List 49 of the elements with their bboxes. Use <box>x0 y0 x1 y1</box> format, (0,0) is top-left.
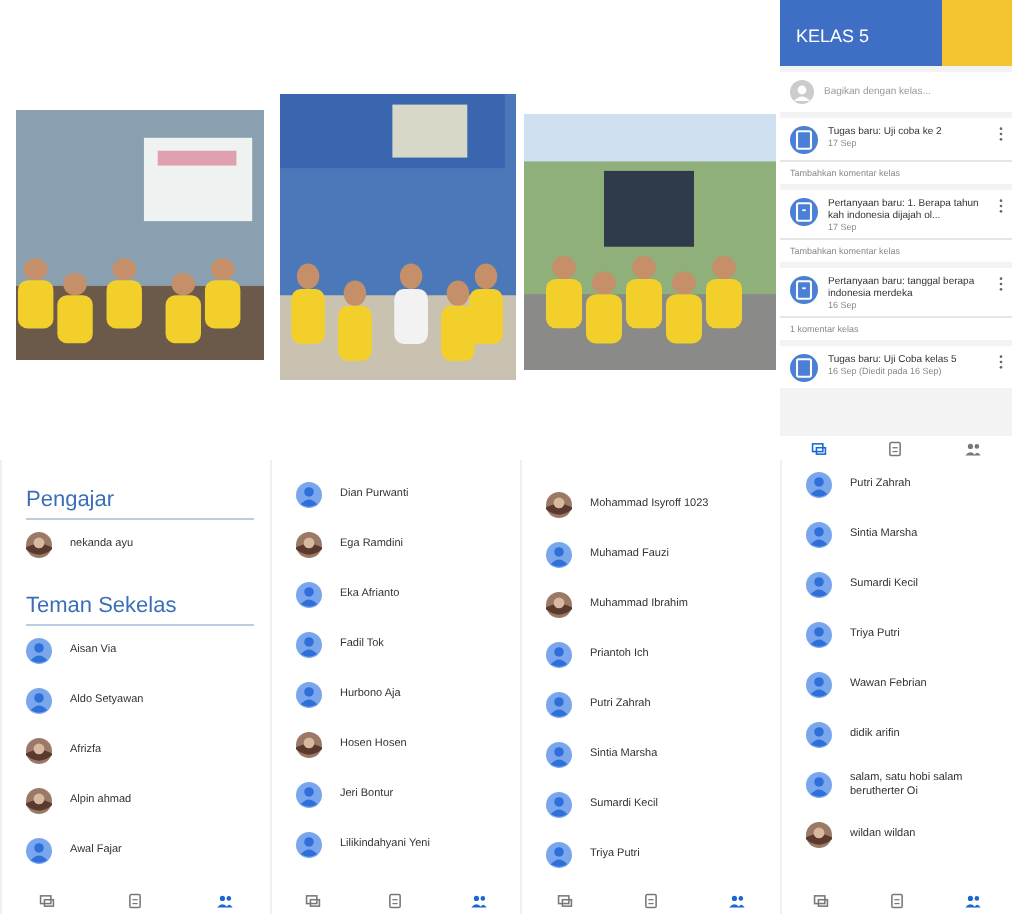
question-icon <box>790 276 818 304</box>
assignment-icon <box>790 354 818 382</box>
avatar-icon <box>806 772 832 798</box>
more-icon[interactable] <box>998 354 1004 370</box>
stream-icon[interactable] <box>304 891 323 909</box>
stream-icon[interactable] <box>37 891 56 909</box>
clipboard-icon[interactable] <box>642 891 660 909</box>
clipboard-icon[interactable] <box>386 891 405 909</box>
assignment-icon <box>790 126 818 154</box>
people-icon[interactable] <box>216 891 235 909</box>
avatar-icon <box>296 682 322 708</box>
stream-icon[interactable] <box>556 891 574 909</box>
avatar-icon <box>546 792 572 818</box>
avatar-icon <box>296 582 322 608</box>
section-heading: Pengajar <box>24 486 117 516</box>
people-icon[interactable] <box>728 891 746 909</box>
people-icon[interactable] <box>964 891 983 909</box>
avatar-icon <box>296 832 322 858</box>
question-icon <box>790 198 818 226</box>
stream-icon[interactable] <box>811 891 830 909</box>
avatar-icon <box>806 722 832 748</box>
people-icon[interactable] <box>469 891 488 909</box>
avatar-icon <box>546 692 572 718</box>
avatar-icon <box>546 842 572 868</box>
avatar-icon <box>790 80 814 104</box>
stream-icon[interactable] <box>809 439 828 457</box>
class-title: KELAS 5 <box>796 26 870 46</box>
avatar-icon <box>806 472 832 498</box>
clipboard-icon[interactable] <box>887 891 906 909</box>
avatar-icon <box>546 542 572 568</box>
avatar-icon <box>26 688 52 714</box>
section-heading: Teman Sekelas <box>24 592 179 622</box>
more-icon[interactable] <box>998 276 1004 292</box>
avatar-icon <box>26 638 52 664</box>
avatar-icon <box>806 622 832 648</box>
avatar-icon <box>296 482 322 508</box>
clipboard-icon[interactable] <box>126 891 145 909</box>
avatar-icon <box>546 742 572 768</box>
clipboard-icon[interactable] <box>886 439 905 457</box>
avatar-icon <box>26 838 52 864</box>
more-icon[interactable] <box>998 126 1004 142</box>
avatar-icon <box>806 572 832 598</box>
avatar-icon <box>806 522 832 548</box>
avatar-icon <box>806 672 832 698</box>
people-icon[interactable] <box>964 439 983 457</box>
avatar-icon <box>546 642 572 668</box>
more-icon[interactable] <box>998 198 1004 214</box>
avatar-icon <box>296 782 322 808</box>
avatar-icon <box>296 632 322 658</box>
